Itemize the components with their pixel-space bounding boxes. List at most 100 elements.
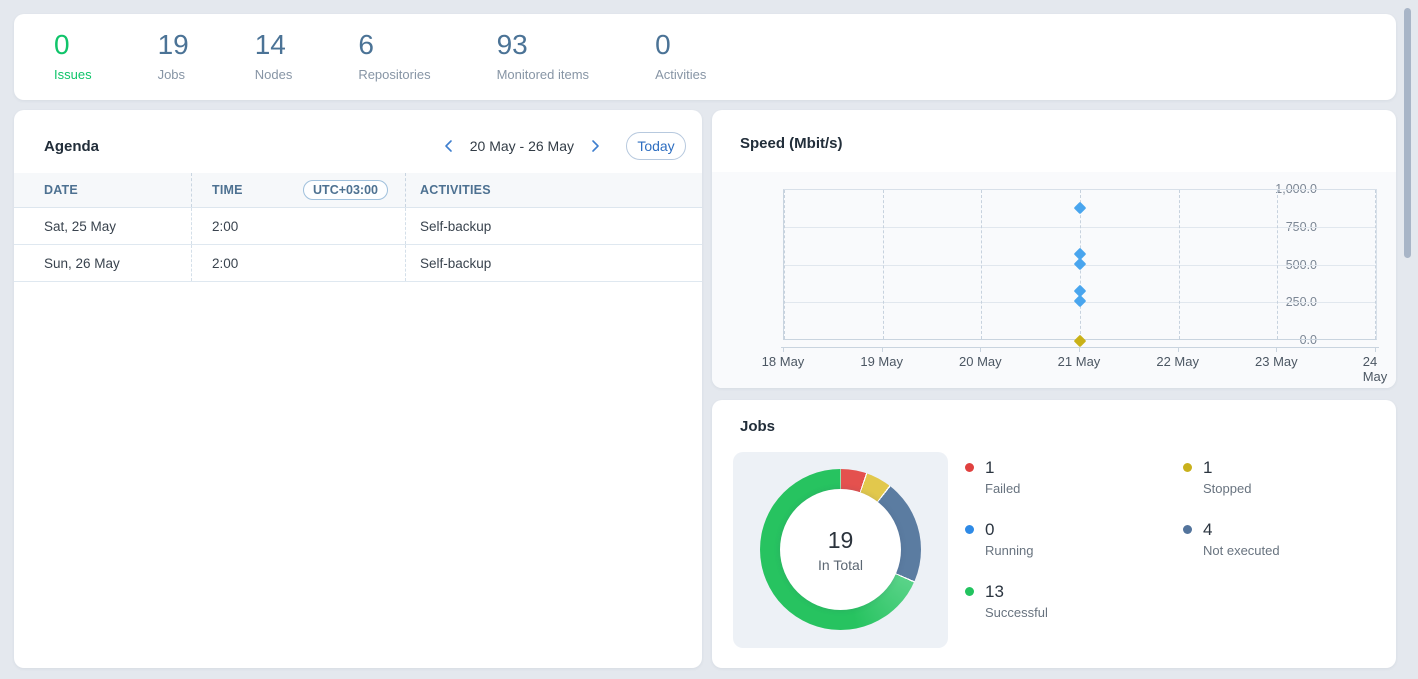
v-gridline bbox=[1277, 190, 1278, 339]
chart-point-speed bbox=[1074, 295, 1087, 308]
legend-label: Not executed bbox=[1203, 543, 1280, 558]
x-axis-tick bbox=[1079, 347, 1080, 352]
jobs-total-value: 19 bbox=[828, 527, 854, 554]
speed-chart-area: 1,000.0750.0500.0250.00.0 18 May19 May20… bbox=[712, 172, 1396, 388]
legend-label: Running bbox=[985, 543, 1033, 558]
column-header-time: TIME bbox=[212, 183, 243, 197]
legend-text: 1Failed bbox=[985, 458, 1020, 496]
legend-text: 1Stopped bbox=[1203, 458, 1251, 496]
legend-text: 0 Running bbox=[985, 520, 1033, 558]
stat-label: Monitored items bbox=[497, 67, 589, 82]
x-tick-label: 19 May bbox=[860, 354, 903, 369]
agenda-title: Agenda bbox=[44, 138, 99, 155]
stat-label: Activities bbox=[655, 67, 706, 82]
legend-item-failed[interactable]: 1Failed bbox=[965, 458, 1048, 496]
legend-item-not-executed[interactable]: 4Not executed bbox=[1183, 520, 1280, 558]
agenda-cell-date: Sun, 26 May bbox=[14, 245, 192, 281]
x-tick-label: 22 May bbox=[1156, 354, 1199, 369]
x-axis-tick bbox=[1178, 347, 1179, 352]
dashboard: 0Issues 19 Jobs 14 Nodes 6 Repositories 93 Monit… bbox=[0, 0, 1418, 679]
agenda-cell-time: 2:00 bbox=[192, 208, 406, 244]
agenda-rows: Sat, 25 May 2:00 Self-backup Sun, 26 May 2:0… bbox=[14, 208, 702, 282]
stat-value: 93 bbox=[497, 30, 589, 60]
stat-value: 0 bbox=[54, 30, 92, 60]
x-tick-label: 24 May bbox=[1363, 354, 1388, 384]
legend-dot bbox=[1183, 463, 1192, 472]
stat-item-jobs[interactable]: 19 Jobs bbox=[158, 30, 189, 82]
chevron-right-icon bbox=[588, 139, 602, 153]
agenda-cell-date: Sat, 25 May bbox=[14, 208, 192, 244]
agenda-cell-activity: Self-backup bbox=[406, 208, 702, 244]
summary-stats-bar: 0Issues 19 Jobs 14 Nodes 6 Repositories 93 Monit… bbox=[14, 14, 1396, 100]
stat-value: 6 bbox=[358, 30, 430, 60]
x-tick-label: 21 May bbox=[1058, 354, 1101, 369]
legend-dot bbox=[965, 525, 974, 534]
legend-item-running[interactable]: 0 Running bbox=[965, 520, 1048, 558]
jobs-donut-center: 19 In Total bbox=[780, 489, 901, 610]
agenda-date-text: Sun, 26 May bbox=[44, 256, 120, 271]
x-axis-tick bbox=[980, 347, 981, 352]
jobs-panel: Jobs 19 In Total 1Failed 0 Running 13Succes… bbox=[712, 400, 1396, 668]
jobs-legend-column-1: 1Failed 0 Running 13Successful bbox=[965, 458, 1048, 620]
legend-item-successful[interactable]: 13Successful bbox=[965, 582, 1048, 620]
scrollbar-thumb[interactable] bbox=[1404, 8, 1411, 258]
stat-value: 0 bbox=[655, 30, 706, 60]
jobs-title: Jobs bbox=[740, 418, 775, 435]
agenda-table: DATE TIME UTC+03:00 ACTIVITIES Sat, 25 M… bbox=[14, 173, 702, 282]
stat-label: Repositories bbox=[358, 67, 430, 82]
legend-dot bbox=[965, 463, 974, 472]
stat-item-monitored-items[interactable]: 93 Monitored items bbox=[497, 30, 589, 82]
speed-chart-panel: Speed (Mbit/s) 1,000.0750.0500.0250.00.0… bbox=[712, 110, 1396, 388]
v-gridline bbox=[981, 190, 982, 339]
legend-item-stopped[interactable]: 1Stopped bbox=[1183, 458, 1280, 496]
chart-point-speed bbox=[1074, 257, 1087, 270]
v-gridline bbox=[784, 190, 785, 339]
agenda-cell-time: 2:00 bbox=[192, 245, 406, 281]
stat-item-activities[interactable]: 0 Activities bbox=[655, 30, 706, 82]
legend-value: 0 bbox=[985, 520, 1033, 539]
x-axis-tick bbox=[1276, 347, 1277, 352]
x-tick-label: 20 May bbox=[959, 354, 1002, 369]
timezone-badge[interactable]: UTC+03:00 bbox=[303, 180, 388, 200]
stat-item-repositories[interactable]: 6 Repositories bbox=[358, 30, 430, 82]
jobs-donut-container: 19 In Total bbox=[733, 452, 948, 648]
legend-dot bbox=[965, 587, 974, 596]
stat-label: Jobs bbox=[158, 67, 189, 82]
x-tick-label: 18 May bbox=[762, 354, 805, 369]
agenda-time-text: 2:00 bbox=[212, 256, 238, 271]
next-week-button[interactable] bbox=[584, 137, 606, 155]
stat-value: 14 bbox=[255, 30, 293, 60]
v-gridline bbox=[883, 190, 884, 339]
stat-item-issues[interactable]: 0Issues bbox=[54, 30, 92, 82]
jobs-donut-chart: 19 In Total bbox=[760, 469, 921, 630]
x-axis-tick bbox=[783, 347, 784, 352]
stat-value: 19 bbox=[158, 30, 189, 60]
agenda-activity-text: Self-backup bbox=[420, 219, 491, 234]
legend-label: Stopped bbox=[1203, 481, 1251, 496]
agenda-table-row: Sun, 26 May 2:00 Self-backup bbox=[14, 245, 702, 282]
x-axis-line bbox=[781, 347, 1379, 348]
agenda-activity-text: Self-backup bbox=[420, 256, 491, 271]
agenda-table-header: DATE TIME UTC+03:00 ACTIVITIES bbox=[14, 173, 702, 208]
stat-item-nodes[interactable]: 14 Nodes bbox=[255, 30, 293, 82]
agenda-date-text: Sat, 25 May bbox=[44, 219, 116, 234]
speed-plot bbox=[783, 189, 1377, 340]
today-button[interactable]: Today bbox=[626, 132, 686, 160]
chart-point-stopped bbox=[1074, 335, 1087, 348]
agenda-cell-activity: Self-backup bbox=[406, 245, 702, 281]
agenda-panel: Agenda 20 May - 26 May Today DATE TIME U… bbox=[14, 110, 702, 668]
column-header-date: DATE bbox=[44, 183, 78, 197]
stat-label: Nodes bbox=[255, 67, 293, 82]
x-axis-tick bbox=[882, 347, 883, 352]
agenda-header: Agenda 20 May - 26 May Today bbox=[14, 110, 702, 160]
column-header-activities: ACTIVITIES bbox=[420, 183, 491, 197]
jobs-total-label: In Total bbox=[818, 557, 863, 573]
v-gridline bbox=[1179, 190, 1180, 339]
legend-text: 4Not executed bbox=[1203, 520, 1280, 558]
legend-label: Successful bbox=[985, 605, 1048, 620]
legend-dot bbox=[1183, 525, 1192, 534]
date-range-label: 20 May - 26 May bbox=[470, 138, 574, 154]
legend-text: 13Successful bbox=[985, 582, 1048, 620]
prev-week-button[interactable] bbox=[438, 137, 460, 155]
agenda-table-row: Sat, 25 May 2:00 Self-backup bbox=[14, 208, 702, 245]
